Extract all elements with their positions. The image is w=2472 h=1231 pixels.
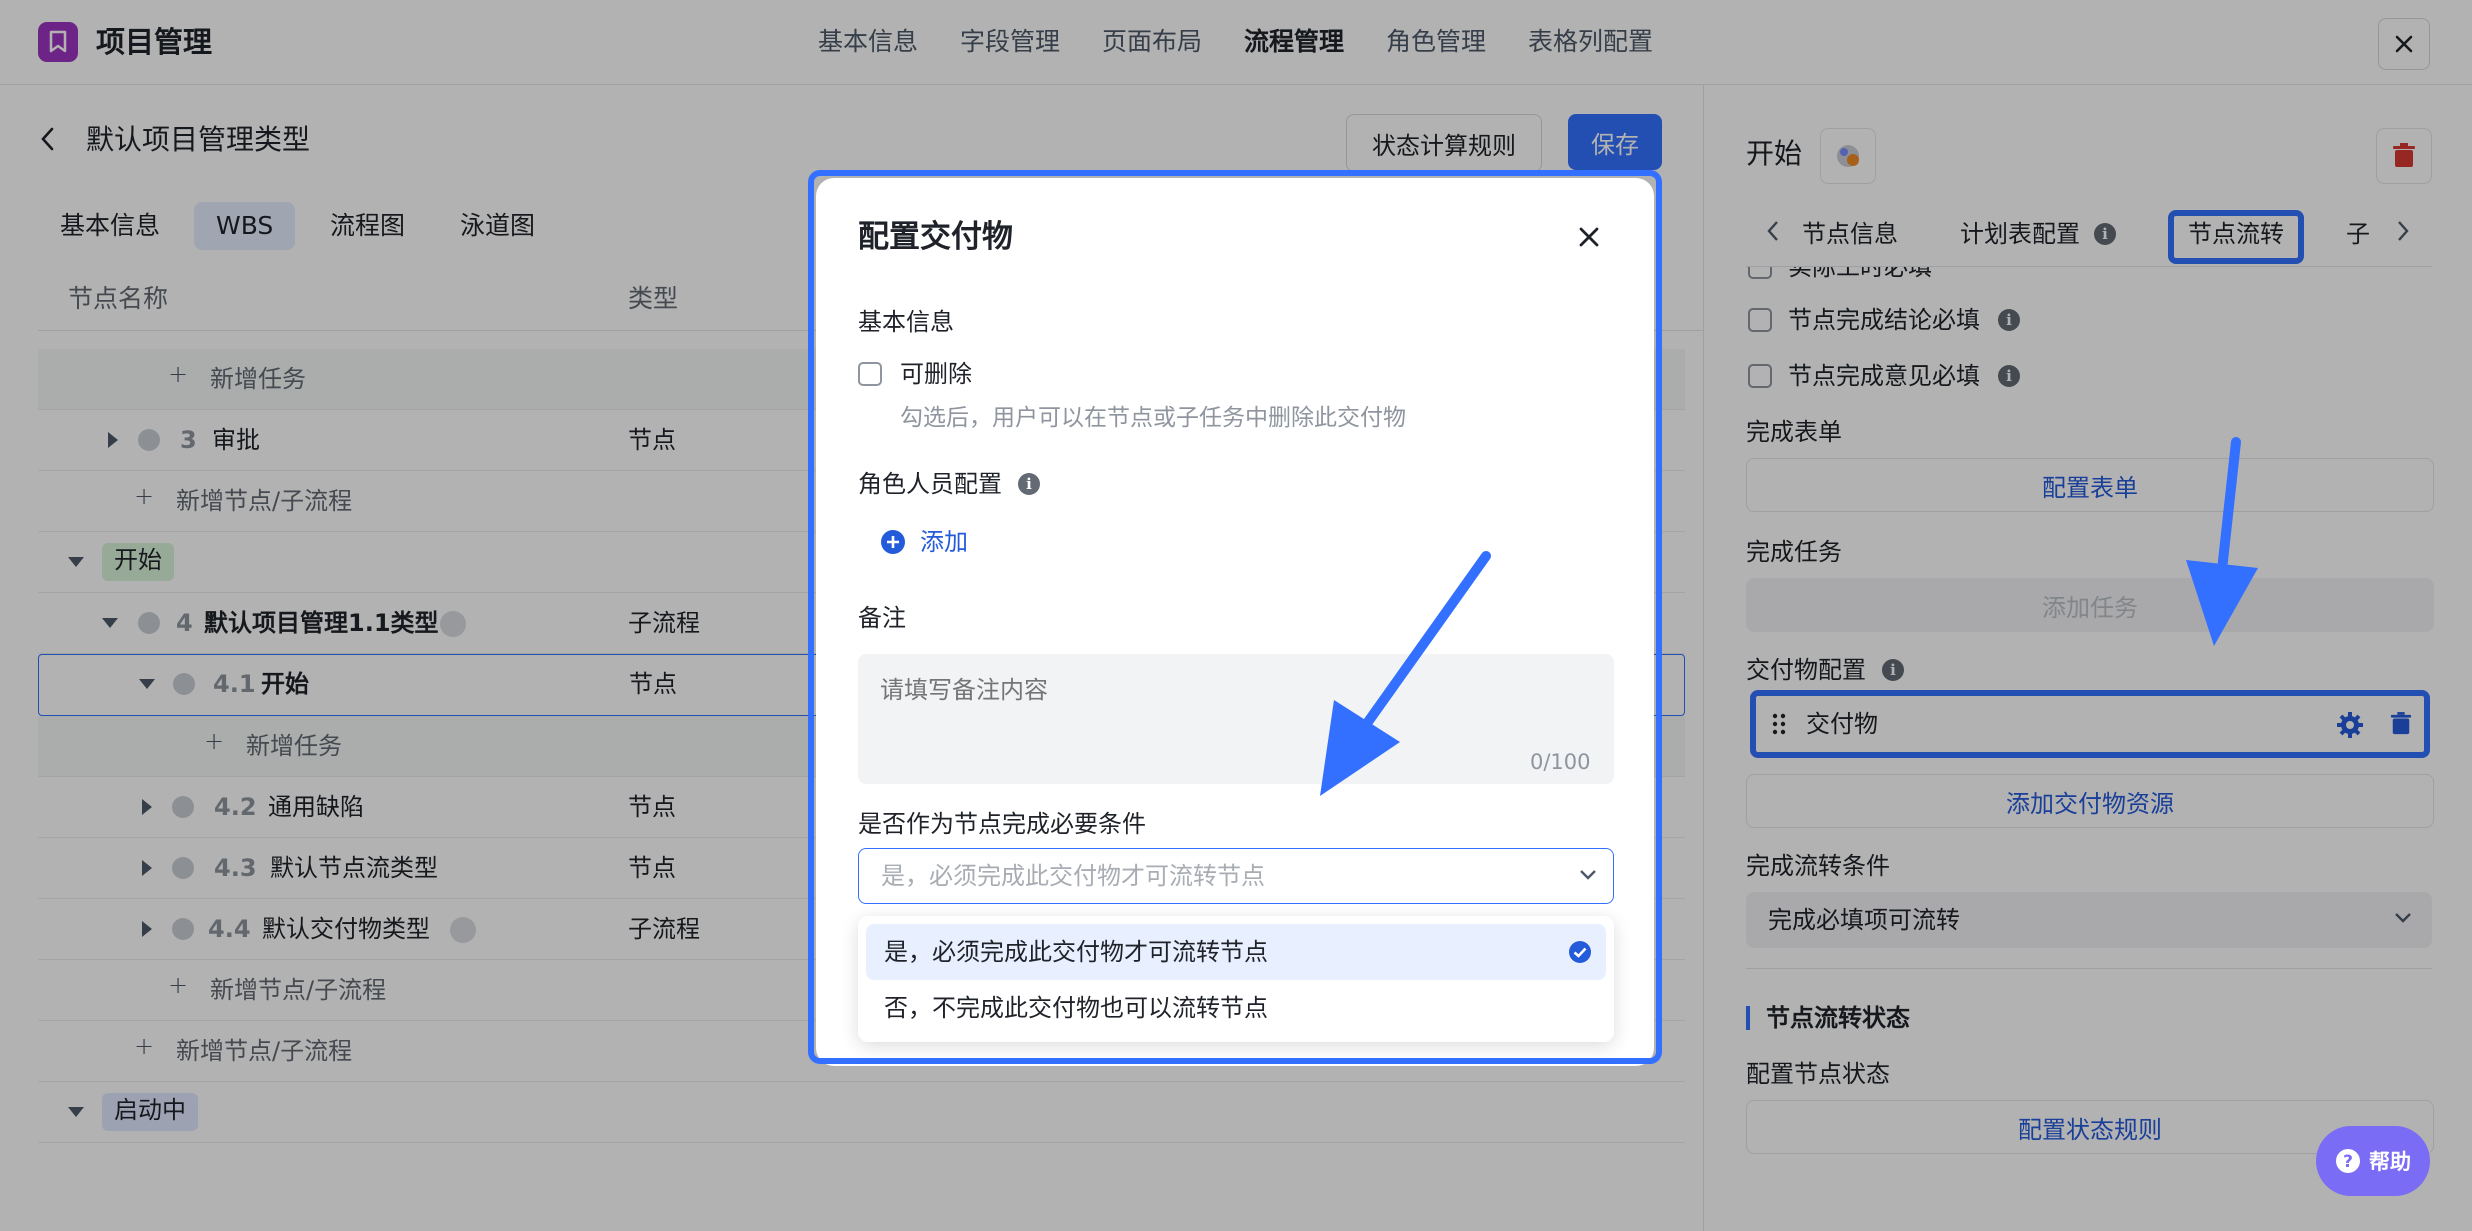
modal-highlight-frame (808, 170, 1662, 1064)
annotation-arrow-icon (1320, 551, 1491, 796)
question-icon: ? (2336, 1149, 2360, 1173)
svg-text:?: ? (2343, 1152, 2353, 1172)
help-label: 帮助 (2369, 1150, 2411, 1174)
annotation-arrow-icon (2186, 437, 2258, 646)
help-button[interactable]: ? 帮助 (2316, 1126, 2430, 1196)
